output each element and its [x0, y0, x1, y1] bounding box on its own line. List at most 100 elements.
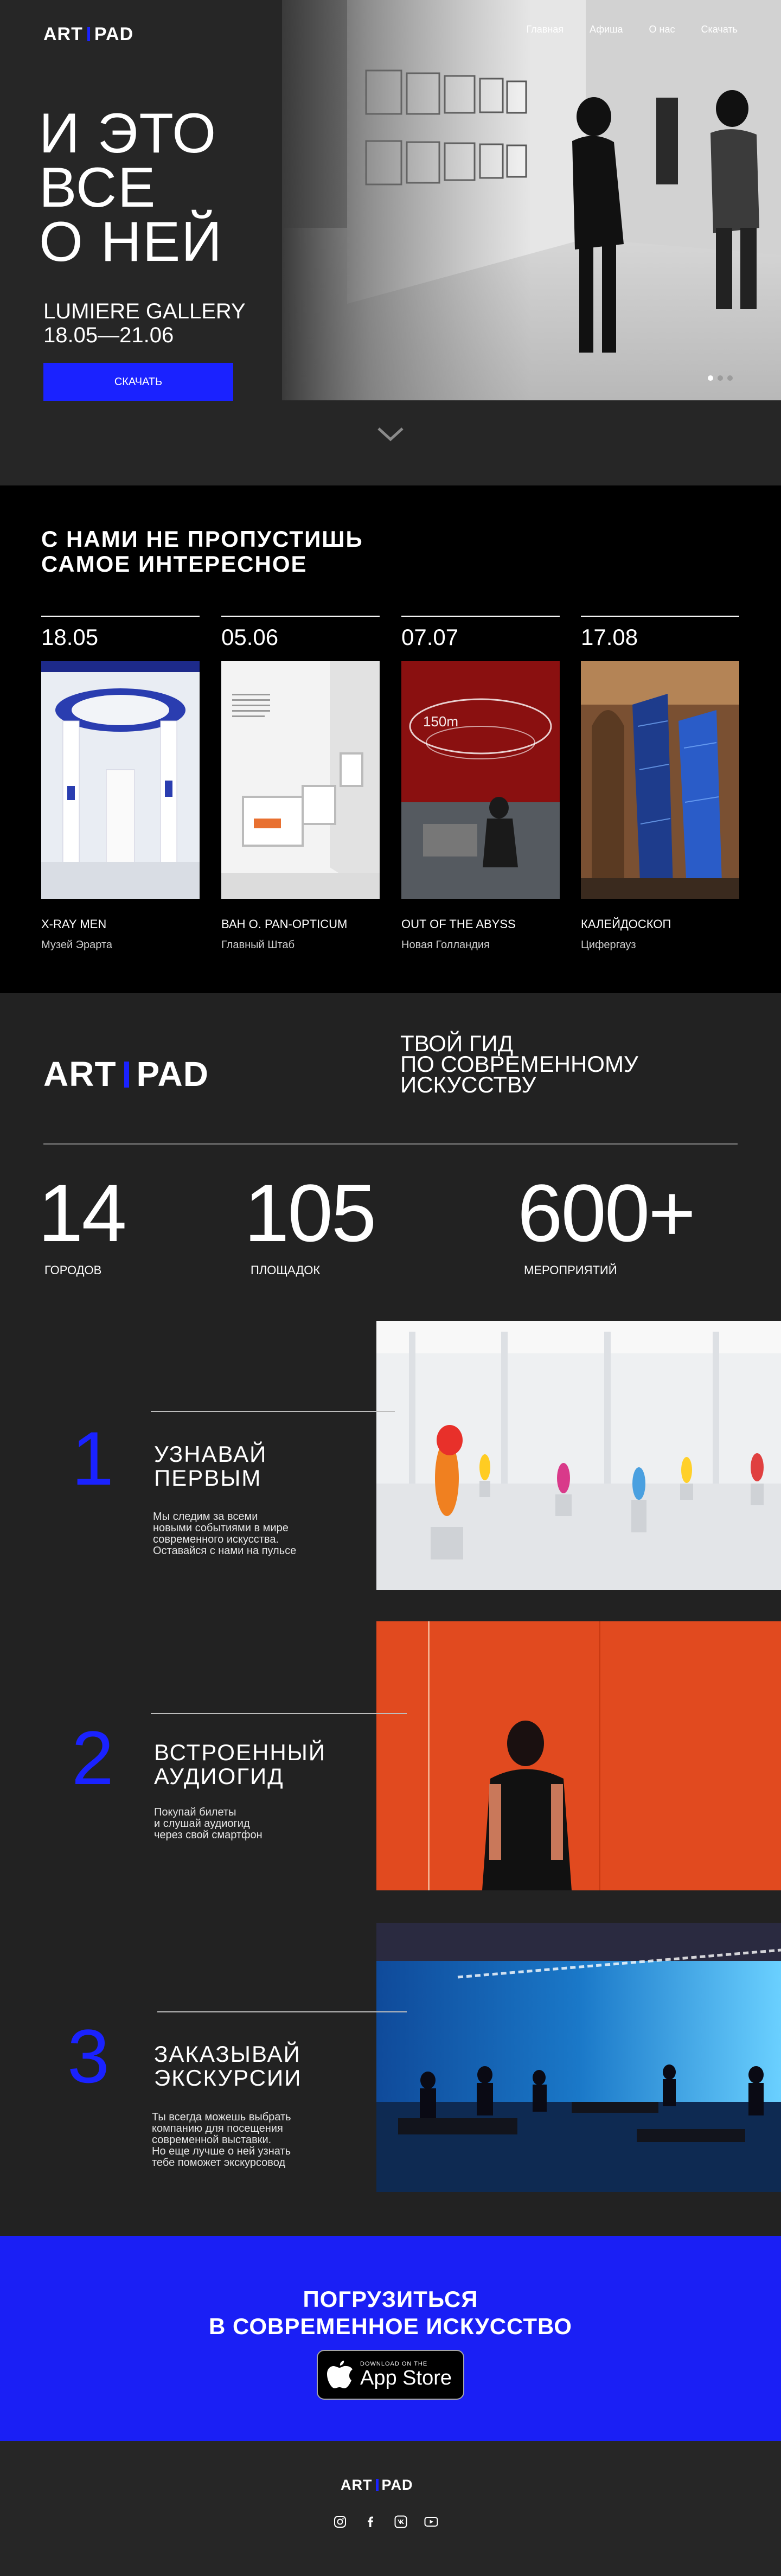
feature-number: 3 [67, 2014, 110, 2099]
slider-dots [708, 375, 733, 381]
event-name: КАЛЕЙДОСКОП [581, 917, 671, 931]
stat-value: 600+ [517, 1167, 696, 1258]
event-date: 05.06 [221, 624, 279, 650]
scroll-down-icon[interactable] [376, 426, 405, 445]
feature-text: Мы следим за всеми новыми событиями в ми… [153, 1511, 296, 1557]
feature-text-line: новыми событиями в мире [153, 1522, 289, 1534]
guide-section: ART PAD ТВОЙ ГИД ПО СОВРЕМЕННОМУ ИСКУССТВ… [0, 993, 781, 2236]
feature-title-line: АУДИОГИД [154, 1763, 284, 1789]
event-card[interactable]: 17.08 КАЛЕЙДОСКОП Цифергауз [581, 616, 739, 951]
events-heading: С НАМИ НЕ ПРОПУСТИШЬ САМОЕ ИНТЕРЕСНОЕ [41, 527, 363, 577]
hero-title-line: ВСЕ [39, 156, 157, 219]
feature-title-line: УЗНАВАЙ [154, 1441, 267, 1467]
feature-number: 1 [72, 1416, 114, 1501]
event-date: 07.07 [401, 624, 459, 650]
cta-title-line: В СОВРЕМЕННОЕ ИСКУССТВО [209, 2313, 572, 2339]
social-links [333, 2515, 438, 2529]
event-date: 17.08 [581, 624, 638, 650]
stat-value: 14 [38, 1167, 127, 1258]
guide-logo: ART PAD [43, 1054, 209, 1094]
apple-icon [325, 2358, 355, 2392]
feature-title-line: ЗАКАЗЫВАЙ [154, 2041, 301, 2067]
logo-bar [87, 27, 90, 42]
nav-afisha[interactable]: Афиша [590, 24, 623, 35]
footer: ART PAD [0, 2441, 781, 2576]
event-rule [401, 616, 560, 617]
logo-text-left: ART [43, 1054, 117, 1094]
app-store-button[interactable]: DOWNLOAD ON THE App Store [317, 2350, 464, 2400]
feature-image [376, 1321, 781, 1590]
hero-photo [282, 0, 781, 400]
slider-dot[interactable] [727, 375, 733, 381]
event-image[interactable]: 150m [401, 661, 560, 899]
events-heading-line: САМОЕ ИНТЕРЕСНОЕ [41, 551, 308, 577]
feature-title: УЗНАВАЙ ПЕРВЫМ [154, 1442, 267, 1490]
event-date: 18.05 [41, 624, 99, 650]
stat-label: МЕРОПРИЯТИЙ [524, 1263, 617, 1277]
event-image[interactable] [221, 661, 380, 899]
feature-image [376, 1621, 781, 1890]
hero-title-line: О НЕЙ [39, 210, 223, 273]
hero-download-button[interactable]: СКАЧАТЬ [43, 363, 233, 401]
hero-gallery-image [282, 0, 781, 400]
feature-text: Ты всегда можешь выбрать компанию для по… [152, 2112, 291, 2169]
feature-line [151, 1713, 407, 1714]
feature-text-line: современного искусства. [153, 1533, 279, 1545]
gallery-dates: 18.05—21.06 [43, 323, 174, 347]
event-card[interactable]: 18.05 X-RAY MEN Музей Эрарта [41, 616, 200, 951]
main-nav: Главная Афиша О нас Скачать [527, 24, 738, 35]
logo-text-right: PAD [381, 2477, 413, 2493]
hero-section: ART PAD Главная Афиша О нас Скачать И ЭТ… [0, 0, 781, 485]
feature-text-line: компанию для посещения [152, 2123, 283, 2134]
logo-text-right: PAD [136, 1054, 209, 1094]
event-image[interactable] [581, 661, 739, 899]
event-name: X-RAY MEN [41, 917, 107, 931]
divider [43, 1143, 738, 1145]
hero-title-line: И ЭТО [39, 102, 217, 165]
feature-text-line: Ты всегда можешь выбрать [152, 2111, 291, 2123]
facebook-icon[interactable] [363, 2515, 377, 2529]
event-image[interactable] [41, 661, 200, 899]
feature-title: ВСТРОЕННЫЙ АУДИОГИД [154, 1741, 326, 1788]
stat-label: ПЛОЩАДОК [251, 1263, 321, 1277]
event-place: Цифергауз [581, 939, 636, 951]
slider-dot[interactable] [718, 375, 723, 381]
stat-events: 600+ МЕРОПРИЯТИЙ [517, 1167, 696, 1277]
events-section: С НАМИ НЕ ПРОПУСТИШЬ САМОЕ ИНТЕРЕСНОЕ 18… [0, 485, 781, 993]
event-card[interactable]: 05.06 ВАН О. PAN-OPTICUM Главный Штаб [221, 616, 380, 951]
feature-text: Покупай билеты и слушай аудиогид через с… [154, 1807, 263, 1841]
feature-title-line: ВСТРОЕННЫЙ [154, 1740, 327, 1765]
guide-tagline: ТВОЙ ГИД ПО СОВРЕМЕННОМУ ИСКУССТВУ [400, 1032, 638, 1096]
slider-dot[interactable] [708, 375, 713, 381]
event-name: OUT OF THE ABYSS [401, 917, 516, 931]
feature-text-line: через свой смартфон [154, 1829, 263, 1841]
gallery-name: LUMIERE GALLERY [43, 299, 246, 323]
hero-gallery-info: LUMIERE GALLERY 18.05—21.06 [43, 299, 246, 347]
feature-text-line: современной выставки. [152, 2134, 272, 2146]
event-rule [221, 616, 380, 617]
header-logo[interactable]: ART PAD [43, 24, 133, 45]
feature-line [157, 2011, 407, 2012]
youtube-icon[interactable] [424, 2515, 438, 2529]
svg-text:150m: 150m [423, 713, 458, 730]
feature-text-line: и слушай аудиогид [154, 1818, 250, 1830]
footer-logo[interactable]: ART PAD [341, 2477, 413, 2494]
nav-about[interactable]: О нас [649, 24, 675, 35]
stat-label: ГОРОДОВ [44, 1263, 102, 1277]
instagram-icon[interactable] [333, 2515, 347, 2529]
logo-text-left: ART [43, 24, 83, 44]
feature-text-line: Мы следим за всеми [153, 1511, 258, 1523]
vk-icon[interactable] [394, 2515, 408, 2529]
feature-line [151, 1411, 395, 1412]
event-place: Главный Штаб [221, 939, 295, 951]
nav-download[interactable]: Скачать [701, 24, 738, 35]
nav-home[interactable]: Главная [527, 24, 564, 35]
cta-title-line: ПОГРУЗИТЬСЯ [303, 2286, 478, 2312]
feature-image [376, 1923, 781, 2192]
event-name: ВАН О. PAN-OPTICUM [221, 917, 348, 931]
event-rule [581, 616, 739, 617]
events-heading-line: С НАМИ НЕ ПРОПУСТИШЬ [41, 526, 363, 552]
event-card[interactable]: 07.07 150m OUT OF THE ABYSS Новая Голлан… [401, 616, 560, 951]
logo-text-right: PAD [94, 24, 134, 44]
feature-number: 2 [72, 1715, 114, 1800]
